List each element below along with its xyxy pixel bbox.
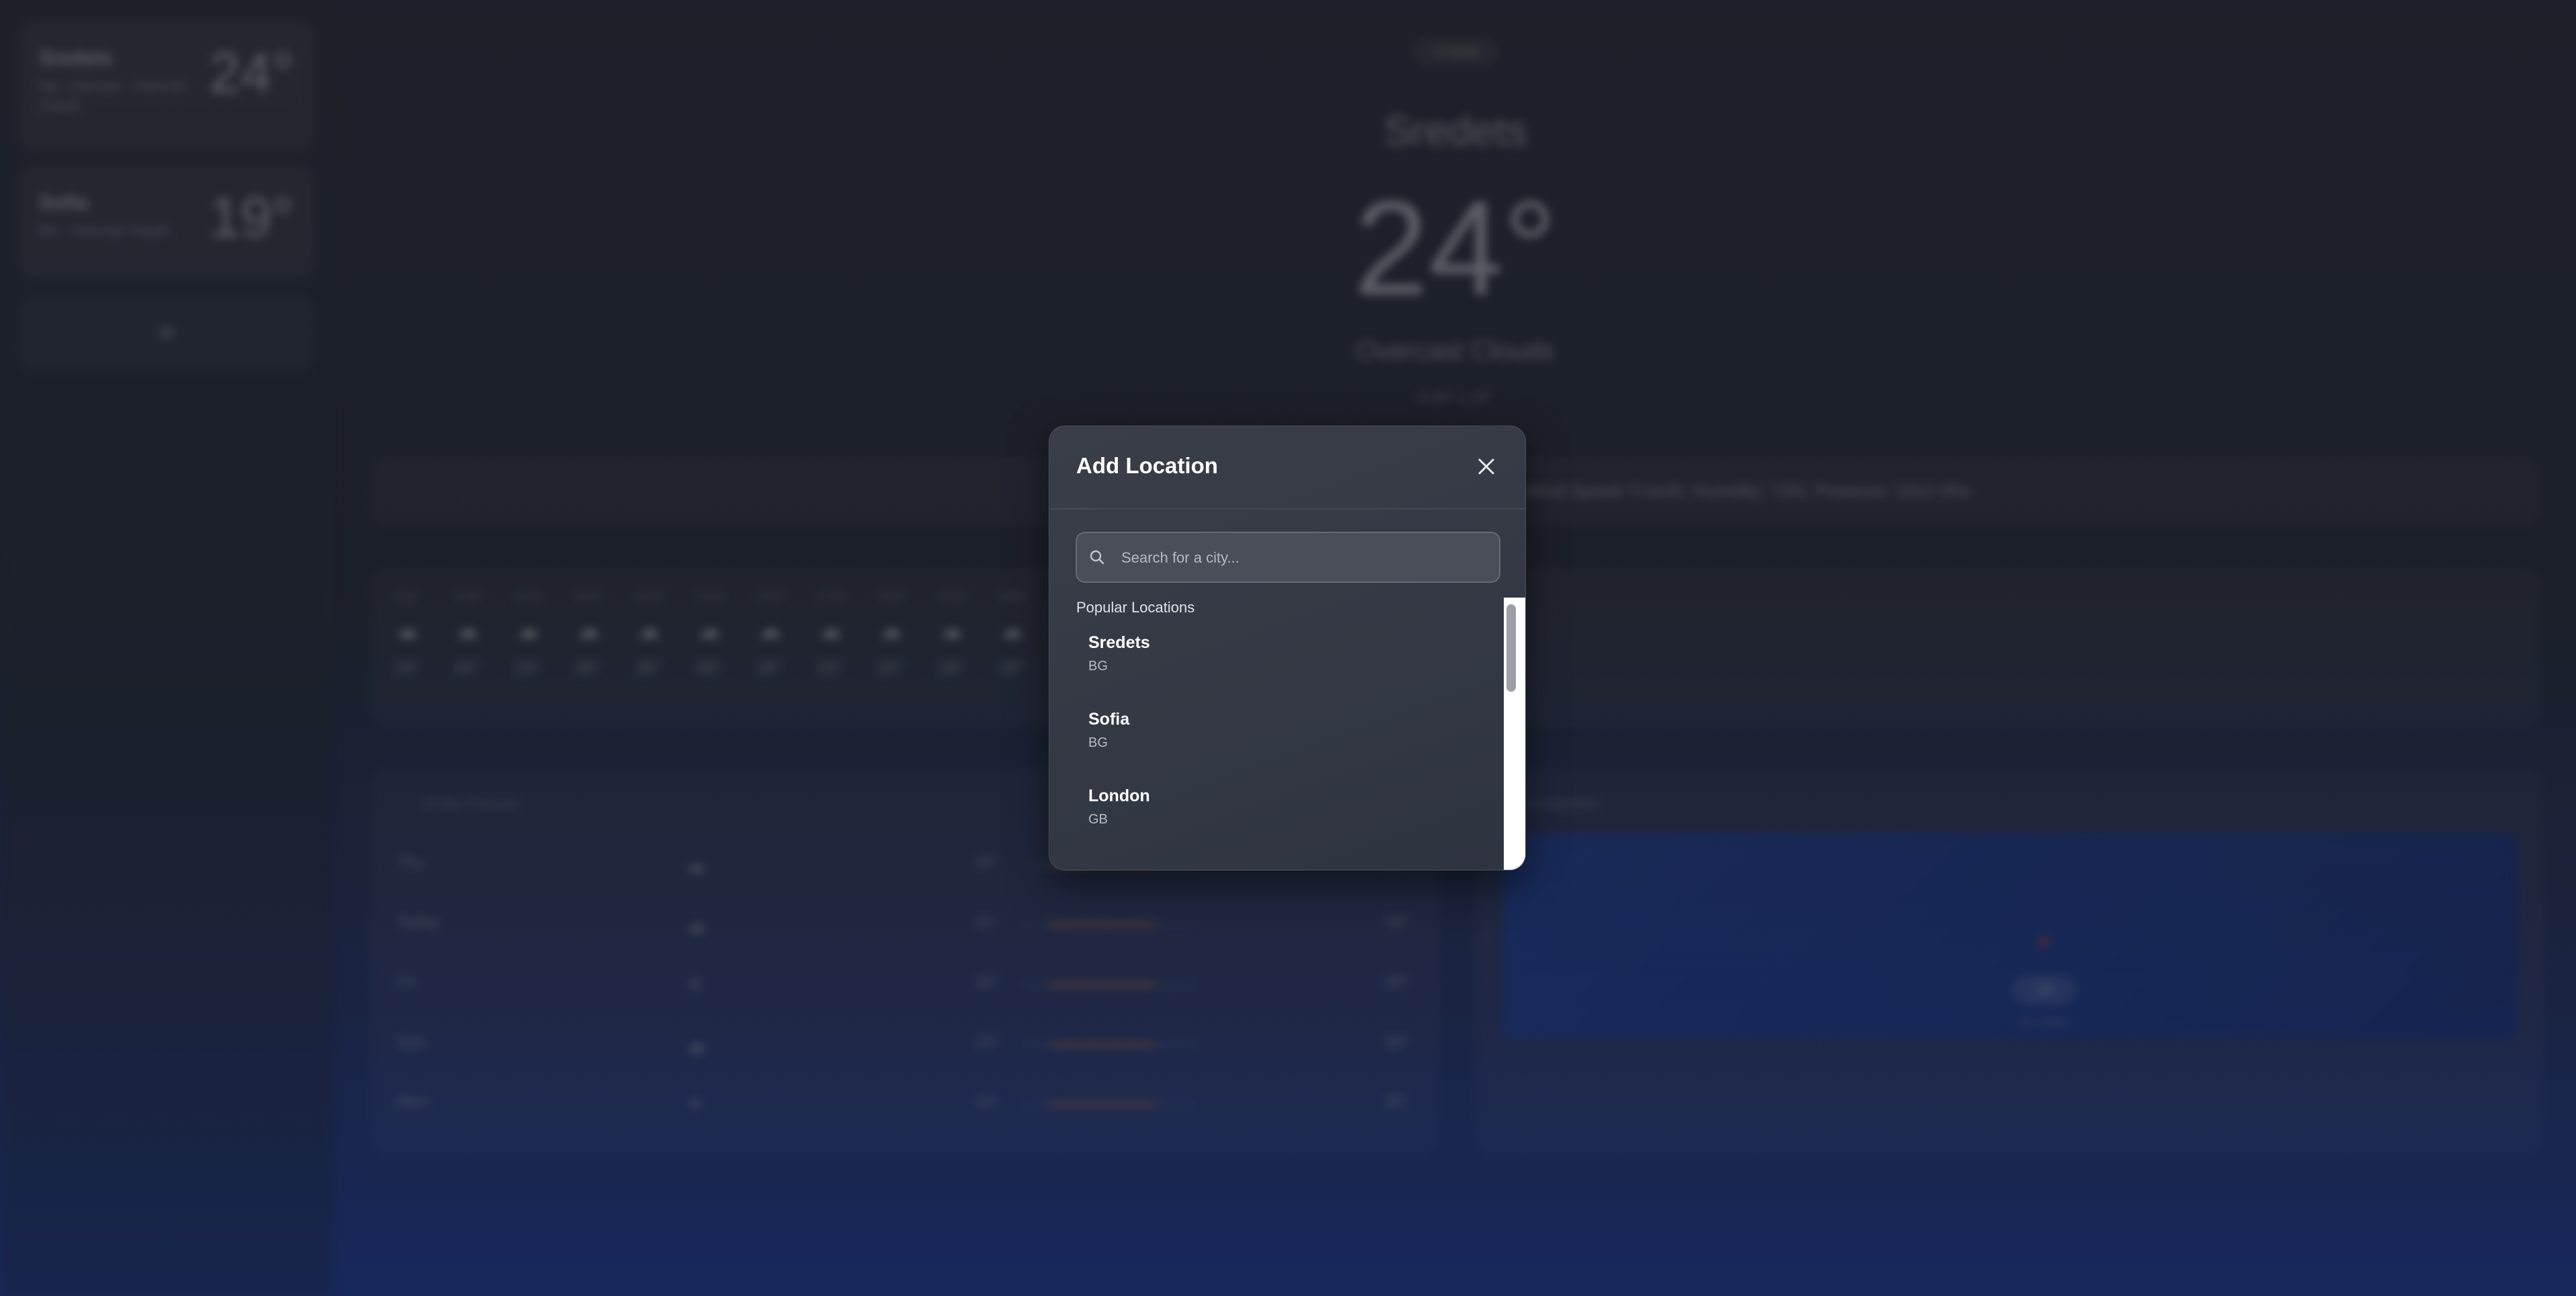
search-input[interactable] <box>1120 533 1492 583</box>
close-button[interactable] <box>1472 452 1501 481</box>
list-scrollbar[interactable] <box>1504 598 1525 870</box>
list-item-sredets[interactable]: Sredets BG <box>1070 621 1500 695</box>
list-item-country: BG <box>1088 659 1108 674</box>
close-icon <box>1478 458 1494 475</box>
popular-locations-label: Popular Locations <box>1076 599 1195 616</box>
list-item-country: BG <box>1088 735 1108 750</box>
modal-title: Add Location <box>1076 453 1218 478</box>
list-item-country: GB <box>1088 812 1108 827</box>
list-item-london[interactable]: London GB <box>1070 774 1500 848</box>
list-item-sofia[interactable]: Sofia BG <box>1070 698 1500 772</box>
popular-locations-list: Sredets BG Sofia BG London GB <box>1049 621 1506 870</box>
list-item-city: Sofia <box>1088 710 1130 729</box>
list-item-city: Sredets <box>1088 633 1150 652</box>
scrollbar-thumb[interactable] <box>1506 604 1516 692</box>
modal-header: Add Location <box>1049 426 1525 510</box>
search-box[interactable] <box>1076 532 1500 583</box>
list-item-city: London <box>1088 786 1150 805</box>
search-icon <box>1090 550 1104 565</box>
add-location-modal: Add Location Popular Locations Sredets B… <box>1049 426 1526 870</box>
